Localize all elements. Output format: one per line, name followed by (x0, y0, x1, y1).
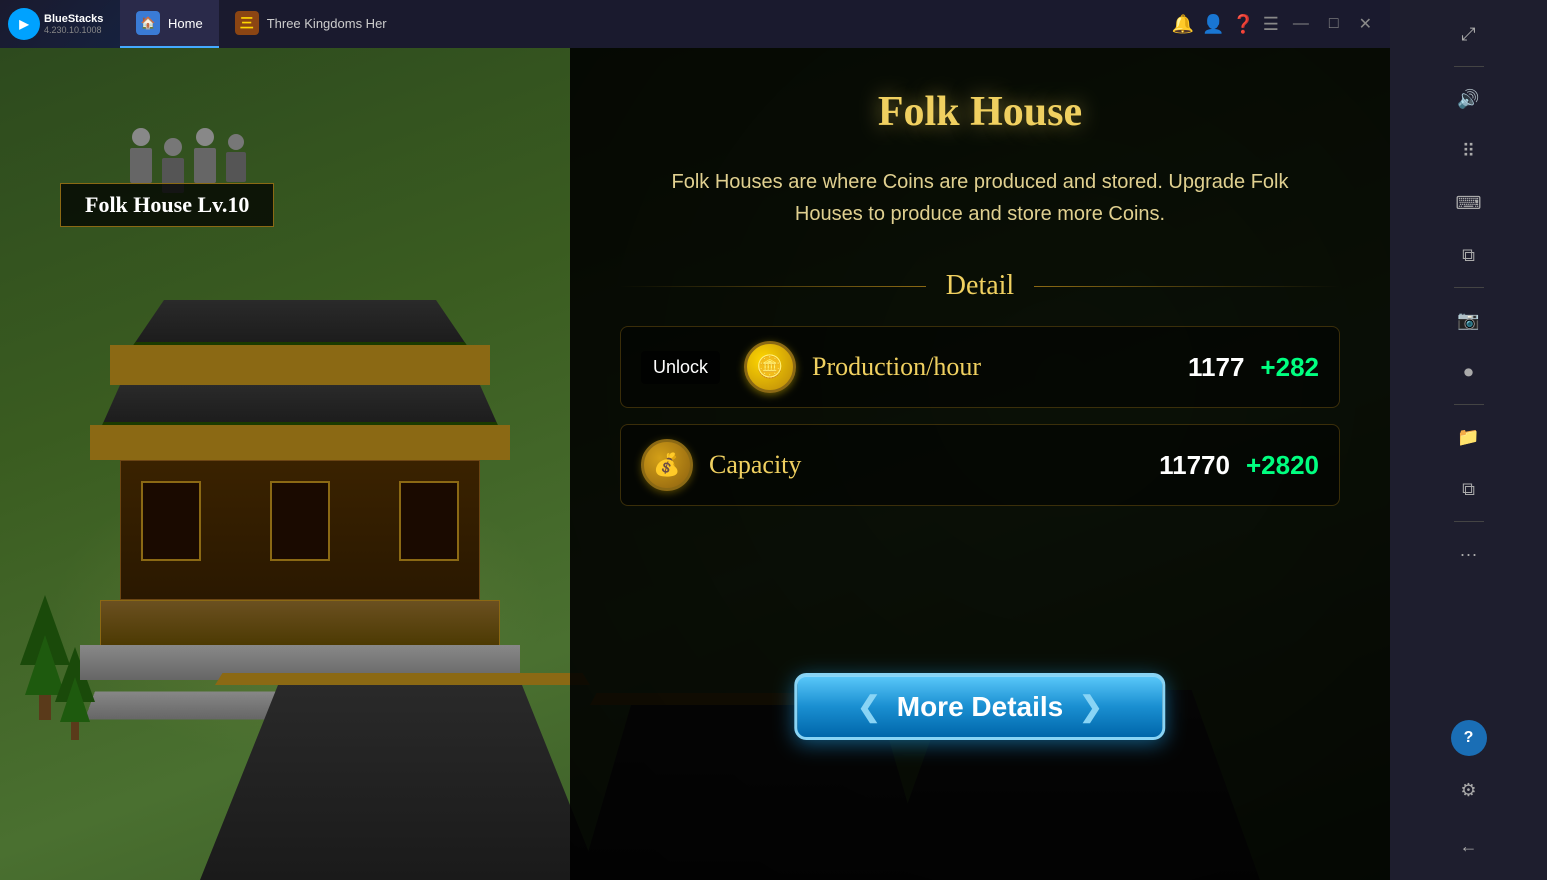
detail-line-left (620, 286, 926, 287)
app-version: 4.230.10.1008 (44, 25, 103, 35)
unlock-label: Unlock (653, 357, 708, 378)
capacity-bonus: +2820 (1246, 450, 1319, 481)
building-level-label: Folk House Lv.10 (60, 183, 274, 227)
volume-btn[interactable]: 🔊 (1447, 77, 1491, 121)
capacity-coin-icon: 💰 (641, 439, 693, 491)
tab-home[interactable]: 🏠 Home (120, 0, 219, 48)
settings-btn[interactable]: ⚙ (1447, 768, 1491, 812)
bluestacks-logo: ▶ BlueStacks 4.230.10.1008 (0, 0, 120, 48)
game-area: Folk House Lv.10 (0, 48, 1390, 880)
game-tab-label: Three Kingdoms Her (267, 16, 387, 31)
right-sidebar: ⤢ 🔊 ⠿ ⌨ ⧉ 📷 ⏺ 📁 ⧉ ··· ? ⚙ ← (1390, 0, 1547, 880)
help-sidebar-btn[interactable]: ? (1451, 720, 1487, 756)
capacity-label: Capacity (709, 450, 1143, 480)
maximize-button[interactable]: □ (1323, 13, 1345, 35)
home-tab-label: Home (168, 16, 203, 31)
building[interactable] (80, 300, 520, 680)
record-btn[interactable]: ⏺ (1447, 350, 1491, 394)
folder-btn[interactable]: 📁 (1447, 415, 1491, 459)
expand-sidebar-btn[interactable]: ⤢ (1447, 12, 1491, 56)
production-stat-row: Unlock 🪙 Production/hour 1177 +282 (620, 326, 1340, 408)
game-tab-icon: 三 (235, 11, 259, 35)
menu-icon[interactable]: ☰ (1263, 14, 1279, 35)
unlock-area: Unlock (641, 351, 720, 384)
production-coin-icon: 🪙 (744, 341, 796, 393)
app-name: BlueStacks (44, 13, 103, 25)
notification-icon[interactable]: 🔔 (1172, 14, 1194, 35)
detail-section: Detail Unlock 🪙 Production/hour 1177 +28… (620, 270, 1340, 506)
copy-btn[interactable]: ⧉ (1447, 233, 1491, 277)
production-bonus: +282 (1260, 352, 1319, 383)
more-details-button[interactable]: ❮ More Details ❯ (794, 673, 1165, 740)
detail-title: Detail (946, 270, 1014, 302)
back-btn[interactable]: ← (1447, 824, 1491, 868)
layers-btn[interactable]: ⧉ (1447, 467, 1491, 511)
btn-arrow-left: ❮ (857, 690, 880, 723)
panel-description: Folk Houses are where Coins are produced… (670, 166, 1290, 230)
titlebar-controls: 🔔 👤 ❓ ☰ — □ ✕ (1160, 12, 1390, 36)
close-button[interactable]: ✕ (1353, 12, 1378, 36)
panel-title: Folk House (620, 88, 1340, 136)
titlebar: ▶ BlueStacks 4.230.10.1008 🏠 Home 三 Thre… (0, 0, 1390, 48)
keyboard-btn[interactable]: ⌨ (1447, 181, 1491, 225)
dots-grid-btn[interactable]: ⠿ (1447, 129, 1491, 173)
home-tab-icon: 🏠 (136, 11, 160, 35)
detail-header: Detail (620, 270, 1340, 302)
camera-btn[interactable]: 📷 (1447, 298, 1491, 342)
capacity-stat-row: 💰 Capacity 11770 +2820 (620, 424, 1340, 506)
game-background: Folk House Lv.10 (0, 48, 1390, 880)
btn-arrow-right: ❯ (1079, 690, 1102, 723)
account-icon[interactable]: 👤 (1202, 14, 1224, 35)
help-icon[interactable]: ❓ (1232, 14, 1254, 35)
capacity-value: 11770 (1159, 450, 1230, 481)
more-btn[interactable]: ··· (1447, 532, 1491, 576)
more-details-label: More Details (897, 691, 1064, 723)
minimize-button[interactable]: — (1287, 13, 1315, 35)
info-panel: Folk House Folk Houses are where Coins a… (570, 48, 1390, 880)
production-value: 1177 (1188, 352, 1244, 383)
tab-game[interactable]: 三 Three Kingdoms Her (219, 0, 403, 48)
production-label: Production/hour (812, 352, 1172, 382)
bs-icon: ▶ (8, 8, 40, 40)
detail-line-right (1034, 286, 1340, 287)
